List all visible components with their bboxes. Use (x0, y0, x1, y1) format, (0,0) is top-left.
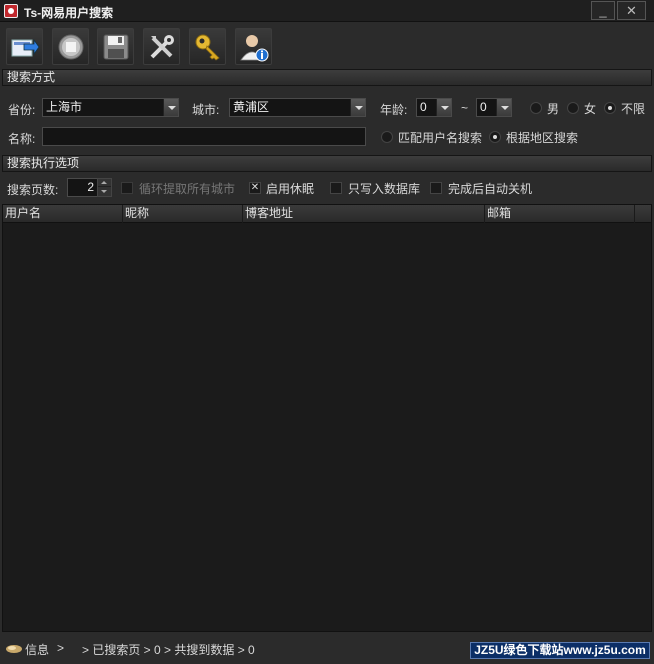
province-select[interactable]: 上海市 (42, 98, 179, 117)
pages-stepper-buttons[interactable] (97, 178, 112, 197)
search-by-region-radio[interactable] (489, 131, 501, 143)
match-username-radio[interactable] (381, 131, 393, 143)
title-bar: Ts-网易用户搜索 _ ✕ (0, 0, 654, 22)
search-by-region-label: 根据地区搜索 (506, 131, 579, 145)
age-max-value: 0 (480, 100, 487, 114)
gender-any-label: 不限 (621, 102, 646, 116)
status-info-label: 信息 (25, 643, 50, 657)
column-header-blog[interactable]: 博客地址 (243, 205, 485, 223)
table-header: 用户名 昵称 博客地址 邮箱 (3, 205, 651, 223)
city-value: 黄浦区 (233, 100, 270, 114)
status-bar: 信息 > > 已搜索页 > 0 > 共搜到数据 > 0 JZ5U绿色下载站www… (0, 636, 654, 664)
minimize-button[interactable]: _ (591, 1, 615, 20)
db-only-label: 只写入数据库 (348, 182, 421, 196)
stepper-up-icon[interactable] (98, 179, 111, 187)
gender-male-label: 男 (547, 102, 560, 116)
loop-all-cities-label: 循环提取所有城市 (139, 182, 236, 196)
stop-button[interactable] (52, 28, 89, 65)
age-min-select[interactable]: 0 (416, 98, 452, 117)
name-input[interactable] (42, 127, 366, 146)
db-only-checkbox[interactable] (330, 182, 342, 194)
save-button[interactable] (97, 28, 134, 65)
province-label: 省份: (8, 103, 36, 117)
stepper-down-icon[interactable] (98, 188, 111, 196)
key-button[interactable] (189, 28, 226, 65)
age-min-value: 0 (420, 100, 427, 114)
export-button[interactable] (6, 28, 43, 65)
exec-options-header: 搜索执行选项 (2, 155, 652, 172)
enable-sleep-label: 启用休眠 (266, 182, 315, 196)
key-icon (195, 34, 220, 61)
chevron-down-icon[interactable] (163, 99, 178, 116)
search-mode-header: 搜索方式 (2, 69, 652, 86)
chevron-down-icon[interactable] (496, 99, 511, 116)
city-select[interactable]: 黄浦区 (229, 98, 366, 117)
status-progress: > 已搜索页 > 0 > 共搜到数据 > 0 (82, 643, 255, 657)
province-value: 上海市 (46, 100, 83, 114)
pages-stepper[interactable]: 2 (67, 178, 98, 197)
column-header-email[interactable]: 邮箱 (485, 205, 635, 223)
app-icon (4, 4, 18, 18)
gender-male-radio[interactable] (530, 102, 542, 114)
column-header-nickname[interactable]: 昵称 (123, 205, 243, 223)
city-label: 城市: (192, 103, 220, 117)
stop-icon (58, 34, 84, 60)
gender-any-radio[interactable] (604, 102, 616, 114)
window-title: Ts-网易用户搜索 (24, 6, 114, 20)
age-max-select[interactable]: 0 (476, 98, 512, 117)
name-label: 名称: (8, 132, 36, 146)
toolbar (0, 22, 654, 68)
enable-sleep-checkbox[interactable]: ✕ (249, 182, 261, 194)
auto-shutdown-label: 完成后自动关机 (448, 182, 533, 196)
loop-all-cities-checkbox[interactable] (121, 182, 133, 194)
match-username-label: 匹配用户名搜索 (398, 131, 483, 145)
export-arrow-icon (11, 38, 40, 57)
about-button[interactable] (235, 28, 272, 65)
auto-shutdown-checkbox[interactable] (430, 182, 442, 194)
age-separator: ~ (461, 101, 469, 115)
column-header-username[interactable]: 用户名 (3, 205, 123, 223)
close-button[interactable]: ✕ (617, 1, 646, 20)
watermark-logo: JZ5U绿色下载站www.jz5u.com (470, 642, 650, 659)
info-cloud-icon (6, 645, 22, 653)
age-label: 年龄: (380, 103, 408, 117)
chevron-down-icon[interactable] (350, 99, 365, 116)
gender-female-radio[interactable] (567, 102, 579, 114)
status-separator: > (57, 641, 65, 655)
gender-female-label: 女 (584, 102, 597, 116)
settings-button[interactable] (143, 28, 180, 65)
user-info-icon (240, 35, 269, 62)
pages-label: 搜索页数: (7, 183, 59, 197)
results-table[interactable]: 用户名 昵称 博客地址 邮箱 (2, 204, 652, 632)
save-disk-icon (103, 34, 129, 60)
chevron-down-icon[interactable] (436, 99, 451, 116)
tools-icon (150, 35, 174, 59)
